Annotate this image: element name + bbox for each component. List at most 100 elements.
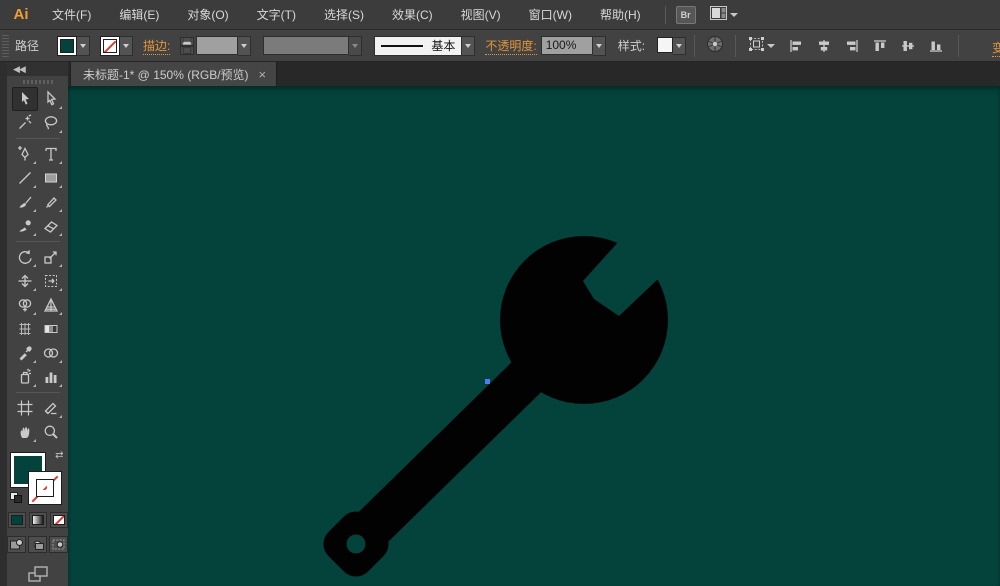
align-to-button[interactable] [744, 35, 778, 57]
rotate-tool[interactable] [12, 245, 38, 269]
blob-brush-tool[interactable] [12, 214, 38, 238]
zoom-tool[interactable] [38, 420, 64, 444]
menu-item-1[interactable]: 编辑(E) [105, 0, 173, 29]
none-button[interactable] [50, 512, 68, 528]
bridge-button[interactable]: Br [676, 6, 696, 24]
artboard-canvas[interactable] [68, 86, 1000, 586]
menu-item-4[interactable]: 选择(S) [310, 0, 378, 29]
stroke-dropdown-button[interactable] [120, 36, 133, 56]
color-button[interactable] [8, 512, 26, 528]
pen-tool[interactable] [12, 142, 38, 166]
document-tab[interactable]: 未标题-1* @ 150% (RGB/预览) × [70, 62, 277, 86]
mesh-tool[interactable] [12, 317, 38, 341]
tools-collapse-button[interactable]: ◀◀ [7, 62, 68, 76]
gradient-tool[interactable] [38, 317, 64, 341]
horizontal-align-right-button[interactable] [840, 35, 864, 57]
graphic-style-swatch[interactable] [657, 37, 673, 53]
chevron-down-icon [767, 44, 775, 48]
stroke-weight-stepper[interactable] [180, 37, 194, 55]
fill-dropdown-button[interactable] [77, 36, 90, 56]
stepper-up-icon[interactable] [180, 37, 194, 46]
menu-item-5[interactable]: 效果(C) [378, 0, 447, 29]
gradient-button[interactable] [29, 512, 47, 528]
line-segment-tool[interactable] [12, 166, 38, 190]
brush-definition-input[interactable] [263, 36, 349, 55]
mesh-icon [16, 320, 34, 338]
free-transform-tool[interactable] [38, 269, 64, 293]
scale-tool[interactable] [38, 245, 64, 269]
stroke-profile-preview [381, 45, 423, 47]
stroke-weight-input[interactable] [196, 36, 238, 55]
eyedropper-icon [16, 344, 34, 362]
menu-item-8[interactable]: 帮助(H) [586, 0, 655, 29]
stroke-weight-dropdown[interactable] [238, 36, 251, 56]
eraser-icon [42, 217, 60, 235]
style-dropdown[interactable] [673, 37, 686, 55]
column-graph-tool[interactable] [38, 365, 64, 389]
rectangle-tool[interactable] [38, 166, 64, 190]
stroke-variable-width-profile[interactable]: 基本 [374, 36, 462, 56]
fill-color-control[interactable] [57, 36, 90, 56]
vertical-align-top-button[interactable] [868, 35, 892, 57]
hand-tool[interactable] [12, 420, 38, 444]
workspace-switcher-button[interactable] [710, 6, 738, 23]
draw-normal-button[interactable] [7, 536, 26, 553]
symbol-sprayer-tool[interactable] [12, 365, 38, 389]
zoom-icon [42, 423, 60, 441]
screen-mode-button[interactable] [27, 565, 49, 586]
swap-fill-stroke-icon[interactable]: ⇄ [55, 450, 63, 461]
vertical-align-center-button[interactable] [896, 35, 920, 57]
blend-tool[interactable] [38, 341, 64, 365]
stroke-panel-link[interactable]: 描边: [143, 37, 170, 55]
draw-behind-button[interactable] [28, 536, 47, 553]
menu-item-6[interactable]: 视图(V) [447, 0, 515, 29]
lasso-tool[interactable] [38, 111, 64, 135]
controlbar-divider [694, 35, 695, 57]
paintbrush-tool[interactable] [12, 190, 38, 214]
stroke-color-swatch[interactable] [100, 36, 120, 56]
brush-definition-dropdown[interactable] [349, 36, 362, 56]
menu-item-3[interactable]: 文字(T) [243, 0, 310, 29]
opacity-panel-link[interactable]: 不透明度: [485, 37, 536, 55]
magic-wand-tool[interactable] [12, 111, 38, 135]
tools-drag-grip[interactable] [23, 80, 53, 84]
perspective-grid-tool[interactable] [38, 293, 64, 317]
vertical-align-bottom-button[interactable] [924, 35, 948, 57]
opacity-input[interactable]: 100% [541, 36, 593, 55]
selection-tool[interactable] [12, 87, 38, 111]
horizontal-align-left-button[interactable] [784, 35, 808, 57]
align-button-group [784, 35, 948, 57]
width-tool[interactable] [12, 269, 38, 293]
stepper-down-icon[interactable] [180, 46, 194, 55]
draw-inside-button[interactable] [49, 536, 68, 553]
opacity-dropdown[interactable] [593, 36, 606, 56]
default-fill-stroke-icon[interactable] [10, 492, 24, 504]
controlbar-divider [958, 35, 959, 57]
tab-close-icon[interactable]: × [259, 68, 267, 81]
recolor-artwork-button[interactable] [703, 35, 727, 57]
menu-item-0[interactable]: 文件(F) [38, 0, 105, 29]
stroke-color-control[interactable] [100, 36, 133, 56]
shape-builder-tool[interactable] [12, 293, 38, 317]
menu-item-2[interactable]: 对象(O) [173, 0, 242, 29]
transform-panel-link[interactable]: 变 [992, 39, 1000, 57]
horizontal-align-center-button[interactable] [812, 35, 836, 57]
menu-item-7[interactable]: 窗口(W) [515, 0, 586, 29]
panel-grip[interactable] [2, 35, 9, 57]
slice-tool[interactable] [38, 396, 64, 420]
fill-color-swatch[interactable] [57, 36, 77, 56]
stroke-profile-dropdown[interactable] [462, 36, 475, 56]
stroke-none-chip [103, 39, 117, 53]
pencil-tool[interactable] [38, 190, 64, 214]
eyedropper-tool[interactable] [12, 341, 38, 365]
align-to-icon [748, 36, 765, 55]
stroke-proxy-swatch[interactable] [28, 471, 62, 505]
artboard-tool[interactable] [12, 396, 38, 420]
direct-selection-tool[interactable] [38, 87, 64, 111]
eraser-tool[interactable] [38, 214, 64, 238]
style-label: 样式: [618, 37, 645, 54]
type-tool[interactable] [38, 142, 64, 166]
tool-group-divider [16, 241, 60, 242]
wrench-handle-hole [347, 535, 366, 554]
anchor-point[interactable] [485, 379, 490, 384]
